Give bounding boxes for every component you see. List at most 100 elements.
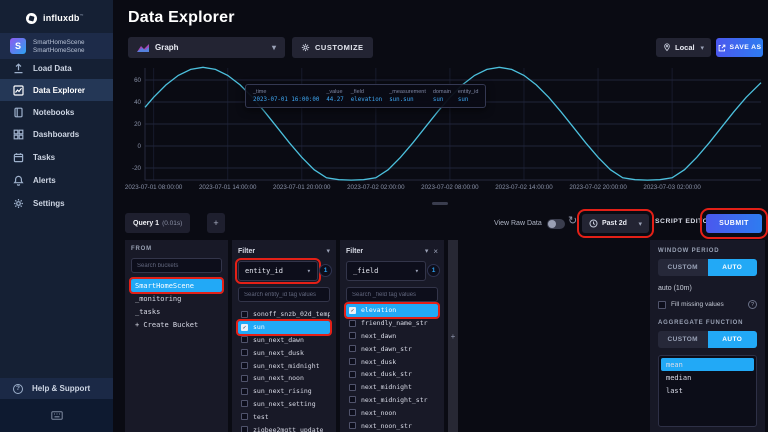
- gear-icon: [301, 43, 310, 52]
- filter-option[interactable]: ✓ next_dusk: [346, 355, 438, 368]
- filter-option[interactable]: ✓ next_dawn: [346, 330, 438, 343]
- filter-option[interactable]: ✓ next_noon: [346, 406, 438, 419]
- filter-option[interactable]: ✓ sun_next_midnight: [238, 359, 330, 372]
- option-checkbox[interactable]: ✓: [241, 336, 248, 344]
- filter-option[interactable]: ✓ sun_next_noon: [238, 372, 330, 385]
- time-range-dropdown[interactable]: Past 2d ▾: [577, 209, 654, 238]
- timezone-dropdown[interactable]: Local ▾: [656, 38, 711, 57]
- filter-option[interactable]: ✓ test: [238, 410, 330, 423]
- filter-option[interactable]: ✓ sun: [236, 318, 332, 336]
- chevron-down-icon[interactable]: ▾: [425, 247, 429, 255]
- from-panel: FROM SmartHomeScene_monitoring_tasks+ Cr…: [125, 240, 228, 432]
- sidebar-item-alerts[interactable]: Alerts: [0, 169, 113, 191]
- option-checkbox[interactable]: ✓: [241, 400, 248, 408]
- option-checkbox[interactable]: ✓: [349, 345, 356, 353]
- query-tab[interactable]: Query 1 (0.01s): [125, 213, 191, 233]
- option-checkbox[interactable]: ✓: [349, 396, 356, 404]
- chevron-down-icon[interactable]: ▾: [326, 247, 330, 255]
- dashboards-icon: [13, 129, 24, 139]
- aggregate-option[interactable]: mean: [661, 358, 754, 371]
- option-checkbox[interactable]: ✓: [349, 319, 356, 327]
- elevation-line-chart[interactable]: -20 0 20 40 60 2023-07-01 08:00:00 2023-07-01 …: [125, 62, 765, 198]
- option-checkbox[interactable]: ✓: [241, 323, 248, 331]
- filter-option[interactable]: ✓ sun_next_setting: [238, 398, 330, 411]
- tooltip-column: domain sun: [433, 89, 451, 103]
- option-label: next_dawn_str: [361, 344, 412, 353]
- window-period-label: WINDOW PERIOD: [658, 248, 720, 254]
- option-checkbox[interactable]: ✓: [241, 387, 248, 395]
- svg-text:2023-07-03 02:00:00: 2023-07-03 02:00:00: [643, 184, 701, 191]
- trademark: ™: [79, 13, 84, 18]
- option-checkbox[interactable]: ✓: [241, 413, 248, 421]
- bucket-item[interactable]: SmartHomeScene: [129, 277, 224, 294]
- filter-option[interactable]: ✓ next_dawn_str: [346, 342, 438, 355]
- option-checkbox[interactable]: ✓: [241, 349, 248, 357]
- auto-button[interactable]: AUTO: [707, 259, 757, 276]
- sidebar-item-notebooks[interactable]: Notebooks: [0, 101, 113, 123]
- tag-value-search-input[interactable]: [346, 287, 438, 302]
- svg-text:2023-07-01 14:00:00: 2023-07-01 14:00:00: [199, 184, 257, 191]
- tooltip-column: _value 44.27: [326, 89, 343, 103]
- filter-option[interactable]: ✓ sonoff_snzb_02d_tempe_: [238, 308, 330, 321]
- keyboard-icon[interactable]: [50, 411, 63, 420]
- sidebar-item-dashboards[interactable]: Dashboards: [0, 123, 113, 145]
- filter-option[interactable]: ✓ next_midnight: [346, 381, 438, 394]
- workspace-switcher[interactable]: S SmartHomeScene SmartHomeScene: [0, 33, 113, 59]
- filter-option[interactable]: ✓ zigbee2mqtt_update: [238, 423, 330, 432]
- customize-button[interactable]: CUSTOMIZE: [292, 37, 373, 58]
- help-icon: ?: [13, 383, 23, 394]
- custom-button[interactable]: CUSTOM: [658, 259, 708, 276]
- option-checkbox[interactable]: ✓: [241, 362, 248, 370]
- aggregate-option[interactable]: median: [661, 371, 754, 384]
- option-checkbox[interactable]: ✓: [349, 409, 356, 417]
- tooltip-header: entity_id: [457, 89, 479, 95]
- custom-button[interactable]: CUSTOM: [658, 331, 708, 348]
- option-checkbox[interactable]: ✓: [241, 374, 248, 382]
- filter-option[interactable]: ✓ sun_next_dawn: [238, 334, 330, 347]
- filter-option[interactable]: ✓ elevation: [344, 302, 440, 319]
- submit-button[interactable]: SUBMIT: [700, 208, 768, 239]
- filter-option[interactable]: ✓ next_midnight_str: [346, 394, 438, 407]
- add-query-button[interactable]: +: [207, 213, 225, 233]
- sidebar-item-data-explorer[interactable]: Data Explorer: [0, 79, 113, 101]
- option-checkbox[interactable]: ✓: [349, 383, 356, 391]
- add-filter-button[interactable]: +: [448, 240, 458, 432]
- filter-option[interactable]: ✓ next_noon_str: [346, 419, 438, 432]
- option-checkbox[interactable]: ✓: [349, 332, 356, 340]
- sidebar-item-settings[interactable]: Settings: [0, 192, 113, 214]
- option-checkbox[interactable]: ✓: [241, 310, 248, 318]
- bucket-item[interactable]: _monitoring: [131, 292, 222, 305]
- sidebar-item-tasks[interactable]: Tasks: [0, 146, 113, 168]
- chart-panel: -20 0 20 40 60 2023-07-01 08:00:00 2023-07-01 …: [125, 62, 765, 198]
- tag-value-search-input[interactable]: [238, 287, 330, 302]
- svg-text:-20: -20: [132, 165, 142, 172]
- info-icon: ?: [748, 300, 757, 309]
- option-checkbox[interactable]: ✓: [349, 358, 356, 366]
- bucket-item[interactable]: + Create Bucket: [131, 318, 222, 331]
- fill-missing-values-checkbox[interactable]: [658, 300, 666, 309]
- filter-option[interactable]: ✓ next_dusk_str: [346, 368, 438, 381]
- save-as-button[interactable]: SAVE AS: [716, 38, 763, 57]
- option-checkbox[interactable]: ✓: [349, 306, 356, 314]
- close-filter-icon[interactable]: ×: [433, 247, 438, 256]
- filter-option[interactable]: ✓ friendly_name_str: [346, 317, 438, 330]
- option-checkbox[interactable]: ✓: [349, 422, 356, 430]
- filter-option[interactable]: ✓ sun_next_rising: [238, 385, 330, 398]
- refresh-icon[interactable]: ↻: [568, 214, 577, 227]
- option-label: sonoff_snzb_02d_tempe_: [253, 310, 330, 319]
- filter-key-dropdown[interactable]: entity_id ▾: [235, 258, 321, 284]
- option-checkbox[interactable]: ✓: [349, 370, 356, 378]
- aggregate-option[interactable]: last: [661, 384, 754, 397]
- sidebar-item-load-data[interactable]: Load Data: [0, 57, 113, 79]
- resize-handle[interactable]: [432, 202, 448, 205]
- filter-option[interactable]: ✓ sun_next_dusk: [238, 346, 330, 359]
- auto-button[interactable]: AUTO: [707, 331, 757, 348]
- bucket-search-input[interactable]: [131, 258, 222, 273]
- view-raw-data-toggle[interactable]: [547, 219, 565, 229]
- bucket-item[interactable]: _tasks: [131, 305, 222, 318]
- visualization-type-dropdown[interactable]: Graph ▾: [128, 37, 285, 58]
- sidebar-item-help-support[interactable]: ? Help & Support: [0, 378, 113, 399]
- tooltip-column: _measurement sun.sun: [389, 89, 426, 103]
- option-checkbox[interactable]: ✓: [241, 426, 248, 432]
- filter-key-dropdown[interactable]: _field ▾: [346, 261, 426, 281]
